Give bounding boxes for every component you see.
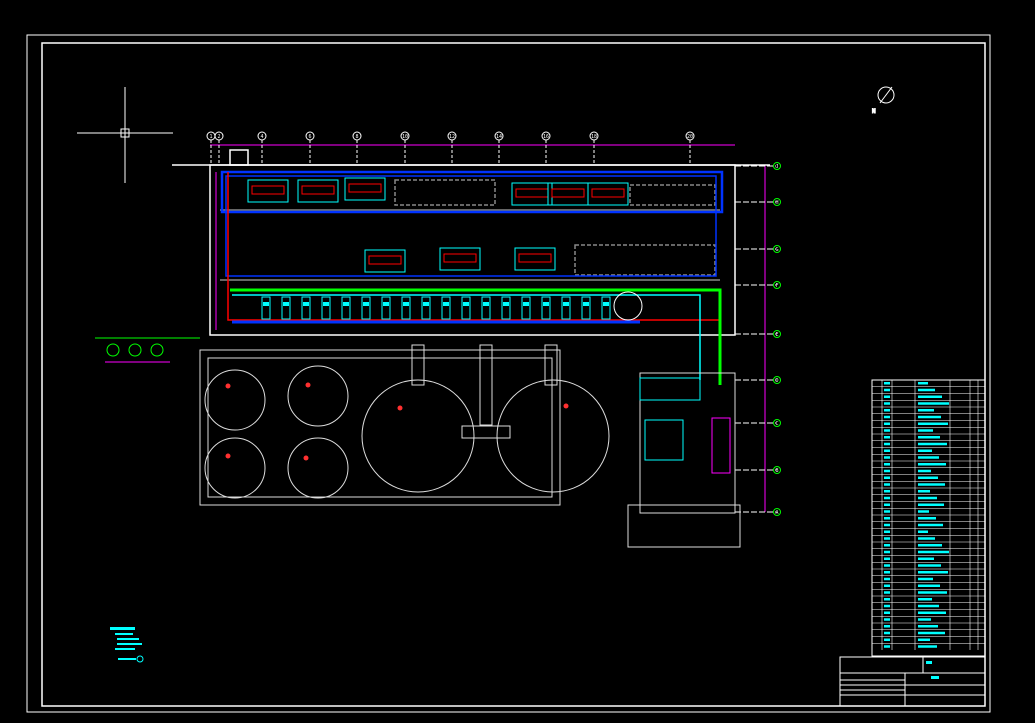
pump-unit bbox=[301, 296, 311, 320]
equipment-detail bbox=[591, 188, 625, 198]
equipment-unit bbox=[364, 249, 406, 273]
equipment-detail bbox=[368, 255, 402, 265]
grid-label: F bbox=[775, 283, 778, 289]
pump-unit bbox=[521, 296, 531, 320]
grid-label: 20 bbox=[687, 134, 693, 140]
tank-area bbox=[199, 344, 610, 506]
interior-walls bbox=[220, 179, 720, 281]
grid-label: 8 bbox=[355, 134, 358, 140]
pump-unit bbox=[381, 296, 391, 320]
pump-unit bbox=[261, 296, 271, 320]
equipment-table bbox=[871, 379, 986, 657]
grid-label: 10 bbox=[402, 134, 408, 140]
tank-small bbox=[613, 291, 643, 321]
north-arrow-icon: N bbox=[872, 86, 895, 116]
cad-drawing-canvas[interactable]: N 1 2 4 6 8 10 12 14 16 18 20 J H G F E D C B A bbox=[0, 0, 1035, 723]
piping bbox=[215, 170, 724, 385]
grid-label: 1 bbox=[209, 134, 212, 140]
pump-label bbox=[523, 302, 529, 306]
equipment-detail bbox=[515, 188, 549, 198]
grid-label: B bbox=[775, 468, 778, 474]
equipment-detail bbox=[348, 183, 382, 193]
pump-unit bbox=[481, 296, 491, 320]
grid-label: 18 bbox=[591, 134, 597, 140]
equipment-unit bbox=[511, 182, 553, 206]
pump-label bbox=[603, 302, 609, 306]
pump-label bbox=[463, 302, 469, 306]
pump-label bbox=[483, 302, 489, 306]
equipment-detail bbox=[251, 185, 285, 195]
pump-label bbox=[583, 302, 589, 306]
grid-label: D bbox=[775, 378, 778, 384]
pump-label bbox=[303, 302, 309, 306]
equipment-unit bbox=[247, 179, 289, 203]
pump-unit bbox=[361, 296, 371, 320]
tank bbox=[204, 437, 266, 499]
outer-frame bbox=[26, 34, 991, 713]
grid-label: 16 bbox=[543, 134, 549, 140]
pump-unit bbox=[541, 296, 551, 320]
grid-label: E bbox=[775, 332, 778, 338]
pump-label bbox=[403, 302, 409, 306]
pump-unit bbox=[601, 296, 611, 320]
annex-building bbox=[627, 372, 741, 548]
grid-label: 4 bbox=[260, 134, 263, 140]
pump-unit bbox=[461, 296, 471, 320]
equipment-unit bbox=[547, 182, 589, 206]
pump-unit bbox=[281, 296, 291, 320]
pump-unit bbox=[341, 296, 351, 320]
pump-label bbox=[323, 302, 329, 306]
equipment-detail bbox=[443, 253, 477, 263]
grid-label: G bbox=[775, 247, 778, 253]
inner-frame bbox=[41, 42, 986, 707]
grid-label: 6 bbox=[308, 134, 311, 140]
pump-label bbox=[283, 302, 289, 306]
pump-unit bbox=[401, 296, 411, 320]
tank bbox=[361, 379, 475, 493]
equipment-unit bbox=[587, 182, 629, 206]
equipment-unit bbox=[439, 247, 481, 271]
pump-label bbox=[423, 302, 429, 306]
grid-label: 2 bbox=[217, 134, 220, 140]
pump-label bbox=[343, 302, 349, 306]
title-block bbox=[839, 656, 986, 707]
pump-label bbox=[363, 302, 369, 306]
pump-label bbox=[543, 302, 549, 306]
pump-set bbox=[95, 337, 200, 363]
crosshair-cursor-icon bbox=[77, 87, 173, 183]
grid-label: 14 bbox=[496, 134, 502, 140]
pump-label bbox=[383, 302, 389, 306]
notes-block bbox=[110, 627, 144, 663]
equipment-unit bbox=[297, 179, 339, 203]
pump-unit bbox=[421, 296, 431, 320]
pump-unit bbox=[441, 296, 451, 320]
pump-label bbox=[443, 302, 449, 306]
grid-label: 12 bbox=[449, 134, 455, 140]
pump-unit bbox=[501, 296, 511, 320]
equipment-unit bbox=[514, 247, 556, 271]
equipment-detail bbox=[551, 188, 585, 198]
grid-label: C bbox=[775, 421, 778, 427]
pump-unit bbox=[321, 296, 331, 320]
tank bbox=[204, 369, 266, 431]
equipment-detail bbox=[301, 185, 335, 195]
equipment-unit bbox=[344, 177, 386, 201]
grid-label: H bbox=[775, 200, 778, 206]
pump-label bbox=[263, 302, 269, 306]
pump-unit bbox=[561, 296, 571, 320]
grid-label: A bbox=[775, 510, 778, 516]
pump-label bbox=[503, 302, 509, 306]
grid-label: J bbox=[775, 164, 778, 170]
tank-markers bbox=[225, 382, 569, 461]
tank bbox=[496, 379, 610, 493]
tank bbox=[287, 365, 349, 427]
pump-label bbox=[563, 302, 569, 306]
north-label: N bbox=[872, 108, 876, 115]
pump-unit bbox=[581, 296, 591, 320]
tank bbox=[287, 437, 349, 499]
equipment-detail bbox=[518, 253, 552, 263]
